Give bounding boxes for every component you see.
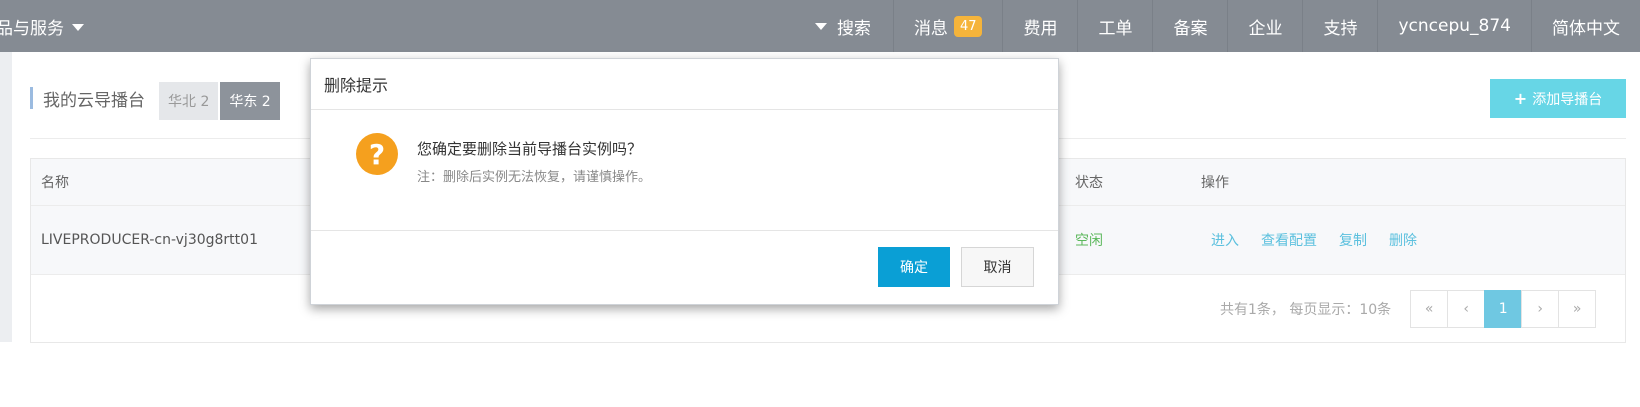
chevron-down-icon — [814, 22, 827, 30]
action-view-config-link[interactable]: 查看配置 — [1261, 230, 1317, 250]
column-header-status: 状态 — [1075, 175, 1103, 191]
top-nav-links: 搜索 消息 47 费用 工单 备案 企业 支持 ycncepu_874 简体中文 — [805, 0, 1640, 52]
row-status: 空闲 — [1075, 233, 1103, 249]
products-menu[interactable]: 品与服务 — [0, 0, 84, 52]
left-sidebar-edge — [0, 52, 12, 342]
prev-page-button[interactable]: ‹ — [1447, 290, 1486, 328]
region-tab-east2[interactable]: 华东 2 — [220, 82, 280, 120]
support-link[interactable]: 支持 — [1302, 0, 1377, 52]
messages-link[interactable]: 消息 47 — [892, 0, 1003, 52]
language-switcher[interactable]: 简体中文 — [1531, 0, 1640, 52]
pagination: 共有1条， 每页显示：10条 « ‹ 1 › » — [1220, 290, 1597, 328]
next-page-button[interactable]: › — [1521, 290, 1560, 328]
row-name: LIVEPRODUCER-cn-vj30g8rtt01 — [41, 232, 258, 248]
dialog-footer: 确定 取消 — [311, 230, 1058, 305]
first-page-button[interactable]: « — [1410, 290, 1449, 328]
messages-count-badge: 47 — [953, 15, 983, 37]
chevron-down-icon — [72, 23, 84, 31]
search-label: 搜索 — [836, 18, 871, 39]
messages-label: 消息 — [913, 18, 948, 39]
dialog-message: 您确定要删除当前导播台实例吗？ — [417, 140, 643, 158]
action-enter-link[interactable]: 进入 — [1211, 230, 1239, 250]
user-menu[interactable]: ycncepu_874 — [1377, 0, 1531, 52]
action-copy-link[interactable]: 复制 — [1339, 230, 1367, 250]
enterprise-link[interactable]: 企业 — [1227, 0, 1302, 52]
confirm-button[interactable]: 确定 — [878, 247, 950, 287]
icp-link[interactable]: 备案 — [1152, 0, 1227, 52]
row-actions: 进入 查看配置 复制 删除 — [1211, 206, 1439, 274]
dialog-body: ? 您确定要删除当前导播台实例吗？ 注：删除后实例无法恢复，请谨慎操作。 — [311, 110, 1058, 230]
page-title: 我的云导播台 — [43, 90, 145, 111]
products-menu-label: 品与服务 — [0, 18, 64, 39]
add-producer-label: 添加导播台 — [1532, 91, 1603, 108]
delete-confirm-dialog: 删除提示 ? 您确定要删除当前导播台实例吗？ 注：删除后实例无法恢复，请谨慎操作… — [310, 58, 1059, 305]
add-producer-button[interactable]: + 添加导播台 — [1490, 79, 1626, 118]
title-accent-bar — [30, 87, 33, 109]
region-tab-north2[interactable]: 华北 2 — [159, 82, 219, 120]
cancel-button[interactable]: 取消 — [961, 247, 1034, 287]
search-button[interactable]: 搜索 — [805, 0, 893, 52]
page-header: 我的云导播台 华北 2 华东 2 — [30, 82, 282, 120]
page-1-button[interactable]: 1 — [1484, 290, 1523, 328]
tickets-link[interactable]: 工单 — [1077, 0, 1152, 52]
action-delete-link[interactable]: 删除 — [1389, 230, 1417, 250]
billing-link[interactable]: 费用 — [1002, 0, 1077, 52]
dialog-note: 注：删除后实例无法恢复，请谨慎操作。 — [417, 170, 652, 185]
dialog-title: 删除提示 — [311, 59, 1058, 110]
top-navbar: 品与服务 搜索 消息 47 费用 工单 备案 企业 支持 ycncepu_874… — [0, 0, 1640, 52]
column-header-name: 名称 — [41, 175, 69, 191]
last-page-button[interactable]: » — [1558, 290, 1597, 328]
pagination-info: 共有1条， 每页显示：10条 — [1220, 302, 1392, 318]
question-icon: ? — [356, 133, 398, 175]
plus-icon: + — [1513, 89, 1528, 108]
column-header-actions: 操作 — [1201, 175, 1229, 191]
